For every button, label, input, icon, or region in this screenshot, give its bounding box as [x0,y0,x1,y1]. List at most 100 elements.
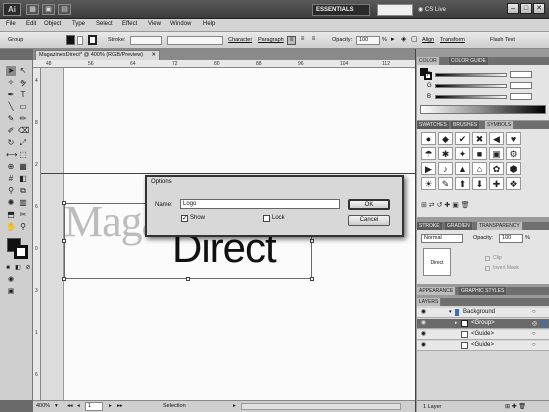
align-link[interactable]: Align [422,37,434,43]
magic-wand-tool-icon[interactable]: ✧ [6,78,16,88]
align-left-icon[interactable]: ≡ [287,36,296,45]
symbol-17[interactable]: ✿ [489,162,504,175]
layers-footer-icons[interactable]: ⊞ ✚ 🗑 [505,403,526,410]
menu-window[interactable]: Window [170,21,191,27]
r-slider[interactable] [435,73,507,77]
status-menu-icon[interactable]: ▸ [233,403,236,409]
b-slider[interactable] [435,95,507,99]
target-circle-icon[interactable]: ○ [532,309,536,315]
recolor-icon[interactable]: ◈ [401,36,410,45]
blend-mode-select[interactable]: Normal [421,234,463,243]
draw-mode-icon[interactable]: ◉ [6,275,16,285]
slice-tool-icon[interactable]: ✂ [18,210,28,220]
gradient-mode-icon[interactable]: ◧ [13,263,23,273]
name-input[interactable]: Logo [180,199,340,209]
workspace-switcher[interactable]: ESSENTIALS [312,4,370,16]
search-input[interactable] [377,4,413,16]
width-tool-icon[interactable]: ⟷ [6,150,17,160]
ok-button[interactable]: OK [348,199,390,210]
line-tool-icon[interactable]: ╲ [6,102,16,112]
lock-checkbox[interactable] [263,215,270,222]
last-artboard-icon[interactable]: ▸▸ [117,403,123,409]
stroke-color-box[interactable] [14,245,28,259]
none-mode-icon[interactable]: ⊘ [23,263,33,273]
tab-stroke[interactable]: STROKE [417,222,443,230]
rectangle-tool-icon[interactable]: ▭ [18,102,28,112]
invert-mask-checkbox[interactable] [485,266,490,271]
variable-width-profile[interactable] [167,36,223,45]
symbol-18[interactable]: ⬢ [506,162,521,175]
eyedropper-tool-icon[interactable]: ⚲ [6,186,16,196]
layer-row[interactable]: ◉ <Guide> ○ [417,330,549,340]
menu-file[interactable]: File [6,21,16,27]
clip-checkbox[interactable] [485,256,490,261]
symbol-22[interactable]: ⬇ [472,177,487,190]
stroke-weight-input[interactable] [130,36,162,45]
blob-brush-tool-icon[interactable]: ✐ [6,126,16,136]
symbol-6[interactable]: ♥ [506,132,521,145]
layer-row[interactable]: ◉ <Guide> ○ [417,341,549,351]
fill-swatch[interactable] [66,35,75,45]
tab-appearance[interactable]: APPEARANCE [417,287,457,295]
cancel-button[interactable]: Cancel [348,215,390,226]
expand-triangle-icon[interactable]: ▾ [449,309,452,315]
maximize-button[interactable]: □ [520,3,532,14]
r-value-input[interactable] [510,71,532,78]
selection-tool-icon[interactable]: ➤ [6,66,16,76]
rotate-tool-icon[interactable]: ↻ [6,138,16,148]
zoom-dropdown-icon[interactable]: ▾ [55,403,58,409]
menu-select[interactable]: Select [96,21,113,27]
tab-color-guide[interactable]: COLOR GUIDE [449,57,490,65]
first-artboard-icon[interactable]: ◂◂ [67,403,73,409]
paragraph-link[interactable]: Paragraph [258,37,284,43]
blend-tool-icon[interactable]: ⧉ [18,186,28,196]
pencil-tool-icon[interactable]: ✏ [18,114,28,124]
color-spectrum[interactable] [420,105,546,114]
tab-layers[interactable]: LAYERS [417,298,442,306]
prev-artboard-icon[interactable]: ◂ [77,403,80,409]
bounding-box-handle[interactable] [62,277,66,281]
transform-link[interactable]: Transform [440,37,465,43]
graph-tool-icon[interactable]: ▥ [18,198,28,208]
pen-tool-icon[interactable]: ✒ [6,90,16,100]
menu-help[interactable]: Help [203,21,215,27]
symbol-4[interactable]: ✖ [472,132,487,145]
symbol-13[interactable]: ▶ [421,162,436,175]
bridge-icon[interactable]: ▦ [26,4,39,15]
eraser-tool-icon[interactable]: ⌫ [18,126,29,136]
horizontal-guide[interactable] [41,173,415,174]
mini-bridge-icon[interactable]: ▣ [42,4,55,15]
horizontal-scrollbar[interactable] [241,403,401,410]
tab-transparency[interactable]: TRANSPARENCY [477,222,523,230]
symbol-24[interactable]: ❖ [506,177,521,190]
color-mode-icon[interactable]: ■ [3,263,13,273]
document-tab[interactable]: MagazinesDirect* @ 400% (RGB/Preview) ✕ [35,50,160,60]
visibility-eye-icon[interactable]: ◉ [420,342,427,349]
close-button[interactable]: ✕ [533,3,545,14]
arrange-docs-icon[interactable]: ▤ [58,4,71,15]
stroke-swatch[interactable] [88,35,97,45]
close-tab-icon[interactable]: ✕ [151,51,156,59]
symbol-5[interactable]: ◀ [489,132,504,145]
menu-type[interactable]: Type [72,21,85,27]
gradient-tool-icon[interactable]: ◧ [18,174,28,184]
symbol-21[interactable]: ⬆ [455,177,470,190]
symbol-10[interactable]: ■ [472,147,487,160]
symbol-14[interactable]: ♪ [438,162,453,175]
flash-text-link[interactable]: Flash Text [490,37,515,43]
align-right-icon[interactable]: ≡ [309,36,318,45]
style-icon[interactable]: ▸ [391,36,400,45]
direct-selection-tool-icon[interactable]: ↖ [18,66,28,76]
type-tool-icon[interactable]: T [18,90,28,100]
mesh-tool-icon[interactable]: # [6,174,16,184]
bounding-box-handle[interactable] [62,239,66,243]
isolate-icon[interactable]: ▢ [411,36,420,45]
artboard-number[interactable]: 1 [85,402,103,411]
opacity-input[interactable]: 100 [356,36,380,45]
bounding-box-handle[interactable] [186,277,190,281]
screen-mode-icon[interactable]: ▣ [6,287,16,297]
tab-color[interactable]: COLOR [417,57,440,65]
paintbrush-tool-icon[interactable]: ✎ [6,114,16,124]
bounding-box-handle[interactable] [310,239,314,243]
layer-row[interactable]: ◉ ▸ <Group> ◎ [417,319,549,329]
